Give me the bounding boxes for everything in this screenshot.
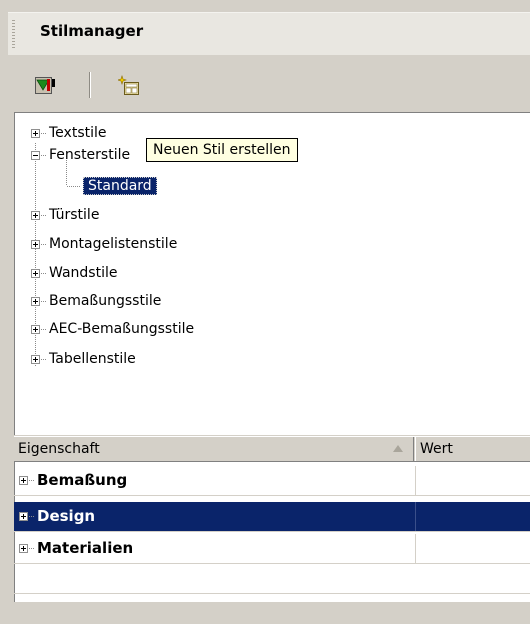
property-category-label: Design	[37, 507, 96, 525]
expand-icon[interactable]	[31, 354, 40, 364]
toolbar-separator	[89, 72, 91, 98]
expand-icon[interactable]	[19, 544, 28, 553]
tree-item-standard[interactable]: Standard	[66, 176, 157, 196]
tree-item-label-selected: Standard	[83, 177, 157, 195]
expand-icon[interactable]	[31, 128, 40, 138]
tree-item-label: Textstile	[49, 125, 107, 141]
new-style-button[interactable]	[114, 70, 146, 102]
property-row-materialien[interactable]: Materialien	[14, 534, 530, 564]
property-row-bemassung[interactable]: Bemaßung	[14, 466, 530, 496]
property-row-empty	[14, 594, 530, 624]
expand-icon[interactable]	[31, 296, 40, 306]
expand-icon[interactable]	[31, 210, 40, 220]
tree-item-tuerstile[interactable]: Türstile	[31, 205, 99, 225]
tree-item-label: Fensterstile	[49, 147, 131, 163]
tree-item-bemassungsstile[interactable]: Bemaßungsstile	[31, 291, 161, 311]
expand-icon[interactable]	[31, 324, 40, 334]
tree-item-textstile[interactable]: Textstile	[31, 123, 107, 143]
tree-item-wandstile[interactable]: Wandstile	[31, 263, 117, 283]
tree-item-fensterstile[interactable]: Fensterstile	[31, 145, 130, 165]
property-grid-header: Eigenschaft Wert	[14, 436, 530, 462]
new-style-icon	[118, 75, 139, 95]
tooltip: Neuen Stil erstellen	[146, 138, 298, 162]
property-category-label: Materialien	[37, 539, 134, 557]
property-row-design[interactable]: Design	[14, 502, 530, 532]
property-row-empty	[14, 564, 530, 594]
property-category-label: Bemaßung	[37, 471, 128, 489]
tree-item-label: Türstile	[49, 207, 100, 223]
tree-item-label: Montagelistenstile	[49, 236, 178, 252]
toolbar	[8, 56, 530, 108]
expand-icon[interactable]	[19, 476, 28, 485]
tree-item-label: AEC-Bemaßungsstile	[49, 321, 195, 337]
window-title: Stilmanager	[40, 22, 144, 40]
collapse-icon[interactable]	[31, 150, 40, 160]
column-header-wert[interactable]: Wert	[415, 437, 530, 461]
column-header-eigenschaft[interactable]: Eigenschaft	[14, 437, 414, 461]
tree-item-tabellenstile[interactable]: Tabellenstile	[31, 349, 136, 369]
tree-item-label: Wandstile	[49, 265, 118, 281]
sort-ascending-icon	[393, 445, 403, 452]
expand-icon[interactable]	[31, 239, 40, 249]
expand-icon[interactable]	[31, 268, 40, 278]
expand-icon[interactable]	[19, 512, 28, 521]
filter-style-icon	[35, 77, 55, 94]
filter-style-button[interactable]	[30, 70, 62, 102]
tree-item-montagelistenstile[interactable]: Montagelistenstile	[31, 234, 177, 254]
tree-item-aec-bemassungsstile[interactable]: AEC-Bemaßungsstile	[31, 319, 194, 339]
tree-item-label: Bemaßungsstile	[49, 293, 162, 309]
tree-item-label: Tabellenstile	[49, 351, 136, 367]
drag-grip[interactable]	[12, 20, 15, 48]
